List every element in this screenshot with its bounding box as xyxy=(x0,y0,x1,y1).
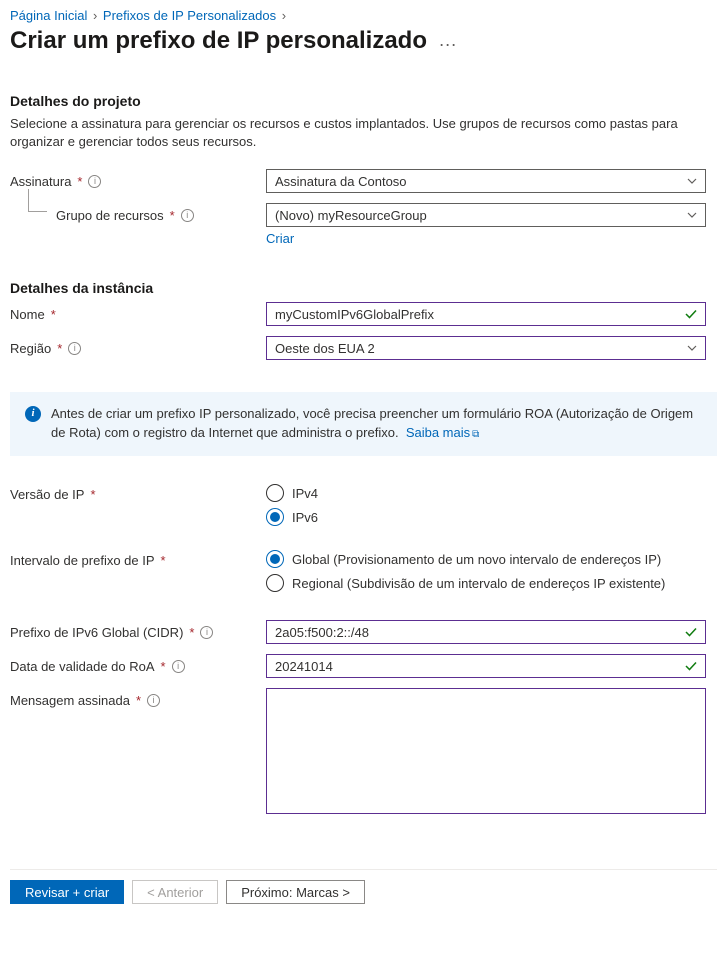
name-input[interactable] xyxy=(266,302,706,326)
signed-message-textarea[interactable] xyxy=(266,688,706,814)
learn-more-link[interactable]: Saiba mais⧉ xyxy=(406,425,479,440)
radio-icon xyxy=(266,508,284,526)
next-button[interactable]: Próximo: Marcas > xyxy=(226,880,365,904)
subscription-select[interactable] xyxy=(266,169,706,193)
info-icon[interactable]: i xyxy=(68,342,81,355)
breadcrumb: Página Inicial › Prefixos de IP Personal… xyxy=(10,8,717,23)
radio-range-global[interactable]: Global (Provisionamento de um novo inter… xyxy=(266,550,706,568)
section-heading-project: Detalhes do projeto xyxy=(10,93,717,109)
chevron-right-icon: › xyxy=(282,8,286,23)
info-icon[interactable]: i xyxy=(147,694,160,707)
label-ip-version: Versão de IP* xyxy=(10,482,266,502)
resource-group-select[interactable] xyxy=(266,203,706,227)
radio-icon xyxy=(266,484,284,502)
more-actions-icon[interactable]: ··· xyxy=(439,34,457,54)
page-title: Criar um prefixo de IP personalizado xyxy=(10,27,427,55)
breadcrumb-prefixes[interactable]: Prefixos de IP Personalizados xyxy=(103,8,276,23)
radio-ipv6[interactable]: IPv6 xyxy=(266,508,706,526)
label-region: Região* i xyxy=(10,336,266,356)
label-roa-expiry: Data de validade do RoA* i xyxy=(10,654,266,674)
radio-icon xyxy=(266,574,284,592)
radio-ipv4[interactable]: IPv4 xyxy=(266,484,706,502)
create-resource-group-link[interactable]: Criar xyxy=(266,231,294,246)
chevron-right-icon: › xyxy=(93,8,97,23)
info-banner-roa: i Antes de criar um prefixo IP personali… xyxy=(10,392,717,456)
info-icon[interactable]: i xyxy=(200,626,213,639)
info-icon: i xyxy=(25,406,41,422)
info-icon[interactable]: i xyxy=(181,209,194,222)
label-ipv6-cidr: Prefixo de IPv6 Global (CIDR)* i xyxy=(10,620,266,640)
section-description-project: Selecione a assinatura para gerenciar os… xyxy=(10,115,710,151)
label-subscription: Assinatura* i xyxy=(10,169,266,189)
label-prefix-range: Intervalo de prefixo de IP* xyxy=(10,548,266,568)
label-name: Nome* xyxy=(10,302,266,322)
info-icon[interactable]: i xyxy=(172,660,185,673)
radio-range-regional[interactable]: Regional (Subdivisão de um intervalo de … xyxy=(266,574,706,592)
region-select[interactable] xyxy=(266,336,706,360)
previous-button: < Anterior xyxy=(132,880,218,904)
radio-icon xyxy=(266,550,284,568)
label-resource-group: Grupo de recursos* i xyxy=(10,203,266,223)
breadcrumb-home[interactable]: Página Inicial xyxy=(10,8,87,23)
info-icon[interactable]: i xyxy=(88,175,101,188)
review-create-button[interactable]: Revisar + criar xyxy=(10,880,124,904)
external-link-icon: ⧉ xyxy=(472,429,479,440)
wizard-footer: Revisar + criar < Anterior Próximo: Marc… xyxy=(10,869,717,918)
label-signed-message: Mensagem assinada* i xyxy=(10,688,266,708)
roa-expiry-input[interactable] xyxy=(266,654,706,678)
info-banner-text: Antes de criar um prefixo IP personaliza… xyxy=(51,406,693,440)
cidr-input[interactable] xyxy=(266,620,706,644)
section-heading-instance: Detalhes da instância xyxy=(10,280,717,296)
